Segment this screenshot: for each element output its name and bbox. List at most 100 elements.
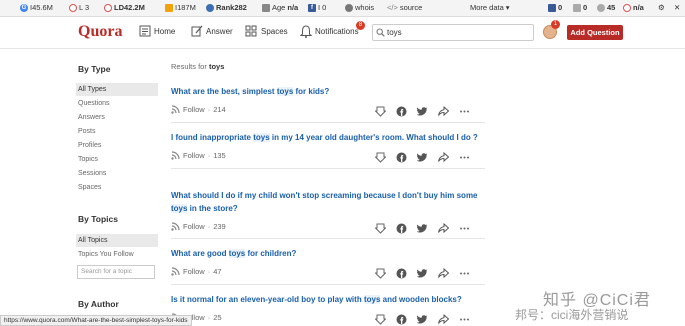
filter-questions[interactable]: Questions (76, 97, 158, 110)
share-button[interactable] (438, 104, 450, 117)
whois-item[interactable]: whois (345, 3, 374, 12)
right-metric-3[interactable]: 45 (597, 3, 615, 12)
age-item[interactable]: Age n/a (262, 3, 298, 12)
filter-topics-you-follow[interactable]: Topics You Follow (76, 248, 158, 261)
result-actions: Follow · 25 (171, 312, 485, 325)
facebook-icon (396, 106, 407, 117)
filter-profiles[interactable]: Profiles (76, 139, 158, 152)
filter-topics[interactable]: Topics (76, 153, 158, 166)
nav-spaces[interactable]: Spaces (245, 25, 288, 37)
downvote-button[interactable] (374, 266, 387, 279)
result-item: What are good toys for children? Follow · 4… (171, 248, 485, 285)
links-item[interactable]: L 3 (69, 3, 89, 12)
right-metric-1[interactable]: 0 (548, 3, 562, 12)
more-options-button[interactable] (459, 266, 470, 277)
rss-follow-icon (171, 151, 180, 160)
dot-separator: · (207, 151, 211, 160)
spaces-icon (245, 25, 257, 37)
topic-search-input[interactable]: Search for a topic (77, 265, 155, 279)
facebook-share-button[interactable] (396, 221, 407, 233)
query-highlight: toys (253, 133, 270, 142)
facebook-share-button[interactable] (396, 266, 407, 279)
more-options-button[interactable] (459, 150, 470, 161)
question-link[interactable]: I found inappropriate toys in my 14 year… (171, 132, 485, 145)
filter-sessions[interactable]: Sessions (76, 167, 158, 180)
linked-domains-item[interactable]: LD42.2M (104, 3, 145, 12)
question-link[interactable]: What are the best, simplest toys for kid… (171, 86, 485, 99)
facebook-share-button[interactable] (396, 104, 407, 117)
facebook-share-button[interactable] (396, 312, 407, 325)
facebook-icon (396, 314, 407, 325)
follow-label: Follow (183, 267, 205, 276)
more-options-button[interactable] (459, 104, 470, 115)
downvote-button[interactable] (374, 150, 387, 163)
google-index-item[interactable]: G I45.6M (20, 3, 53, 12)
toolbar-close-button[interactable]: ✕ (674, 3, 680, 12)
downvote-button[interactable] (374, 104, 387, 117)
follow-count: 214 (213, 105, 226, 114)
filter-posts[interactable]: Posts (76, 125, 158, 138)
twitter-share-button[interactable] (416, 312, 428, 324)
question-link[interactable]: What are good toys for children? (171, 248, 485, 261)
search-icon (376, 28, 385, 37)
nav-home[interactable]: Home (139, 25, 175, 37)
watermark-line-2: 邦号：cici海外营销说 (515, 308, 629, 322)
quora-logo[interactable]: Quora (78, 23, 122, 41)
share-actions (374, 266, 470, 279)
bing-index-item[interactable]: I187M (165, 3, 196, 12)
facebook-share-button[interactable] (396, 150, 407, 163)
dot-separator: · (207, 105, 211, 114)
facebook-icon (396, 223, 407, 233)
downvote-icon (374, 268, 387, 279)
by-topics-heading: By Topics (78, 214, 118, 224)
twitter-share-button[interactable] (416, 266, 428, 278)
result-item: Is it normal for an eleven-year-old boy … (171, 294, 485, 326)
right-metric-2[interactable]: 0 (573, 3, 587, 12)
results-query: toys (208, 62, 225, 71)
follow-button[interactable]: Follow · 239 (171, 222, 226, 231)
facebook-item[interactable]: f I 0 (308, 3, 326, 12)
more-options-button[interactable] (459, 312, 470, 323)
follow-count: 239 (213, 221, 226, 231)
dot-separator: · (207, 221, 211, 231)
source-item[interactable]: </> source (387, 3, 422, 12)
more-dots-icon (460, 156, 469, 159)
follow-button[interactable]: Follow · 214 (171, 105, 226, 114)
result-actions: Follow · 214 (171, 104, 485, 117)
downvote-icon (374, 314, 387, 325)
follow-button[interactable]: Follow · 47 (171, 267, 222, 276)
filter-spaces[interactable]: Spaces (76, 181, 158, 194)
downvote-icon (374, 152, 387, 163)
twitter-share-button[interactable] (416, 104, 428, 116)
search-input[interactable]: toys (372, 24, 534, 41)
share-button[interactable] (438, 266, 450, 279)
question-link[interactable]: What should I do if my child won't stop … (171, 190, 485, 215)
query-highlight: toys (363, 295, 381, 304)
dot-separator: · (207, 267, 211, 276)
right-metric-4[interactable]: n/a (623, 3, 644, 12)
follow-button[interactable]: Follow · 135 (171, 151, 226, 160)
more-data-button[interactable]: More data ▾ (470, 3, 510, 12)
bing-icon (165, 3, 173, 12)
twitter-share-button[interactable] (416, 150, 428, 162)
filter-all-types[interactable]: All Types (76, 83, 158, 96)
add-question-button[interactable]: Add Question (567, 25, 623, 40)
nav-notifications[interactable]: Notifications (300, 25, 359, 38)
toolbar-settings-button[interactable]: ⚙ (658, 3, 665, 12)
question-link[interactable]: Is it normal for an eleven-year-old boy … (171, 294, 485, 307)
follow-count: 135 (213, 151, 226, 160)
status-bar-url: https://www.quora.com/What-are-the-best-… (0, 315, 192, 326)
filter-answers[interactable]: Answers (76, 111, 158, 124)
share-arrow-icon (438, 313, 450, 325)
share-button[interactable] (438, 221, 450, 233)
filter-all-topics[interactable]: All Topics (76, 234, 158, 247)
share-button[interactable] (438, 150, 450, 163)
downvote-icon (374, 106, 387, 117)
downvote-button[interactable] (374, 221, 387, 234)
share-button[interactable] (438, 312, 450, 325)
nav-answer[interactable]: Answer (191, 25, 233, 37)
downvote-button[interactable] (374, 312, 387, 325)
rank-item[interactable]: Rank282 (206, 3, 247, 12)
more-options-button[interactable] (459, 221, 470, 232)
twitter-share-button[interactable] (416, 221, 428, 232)
